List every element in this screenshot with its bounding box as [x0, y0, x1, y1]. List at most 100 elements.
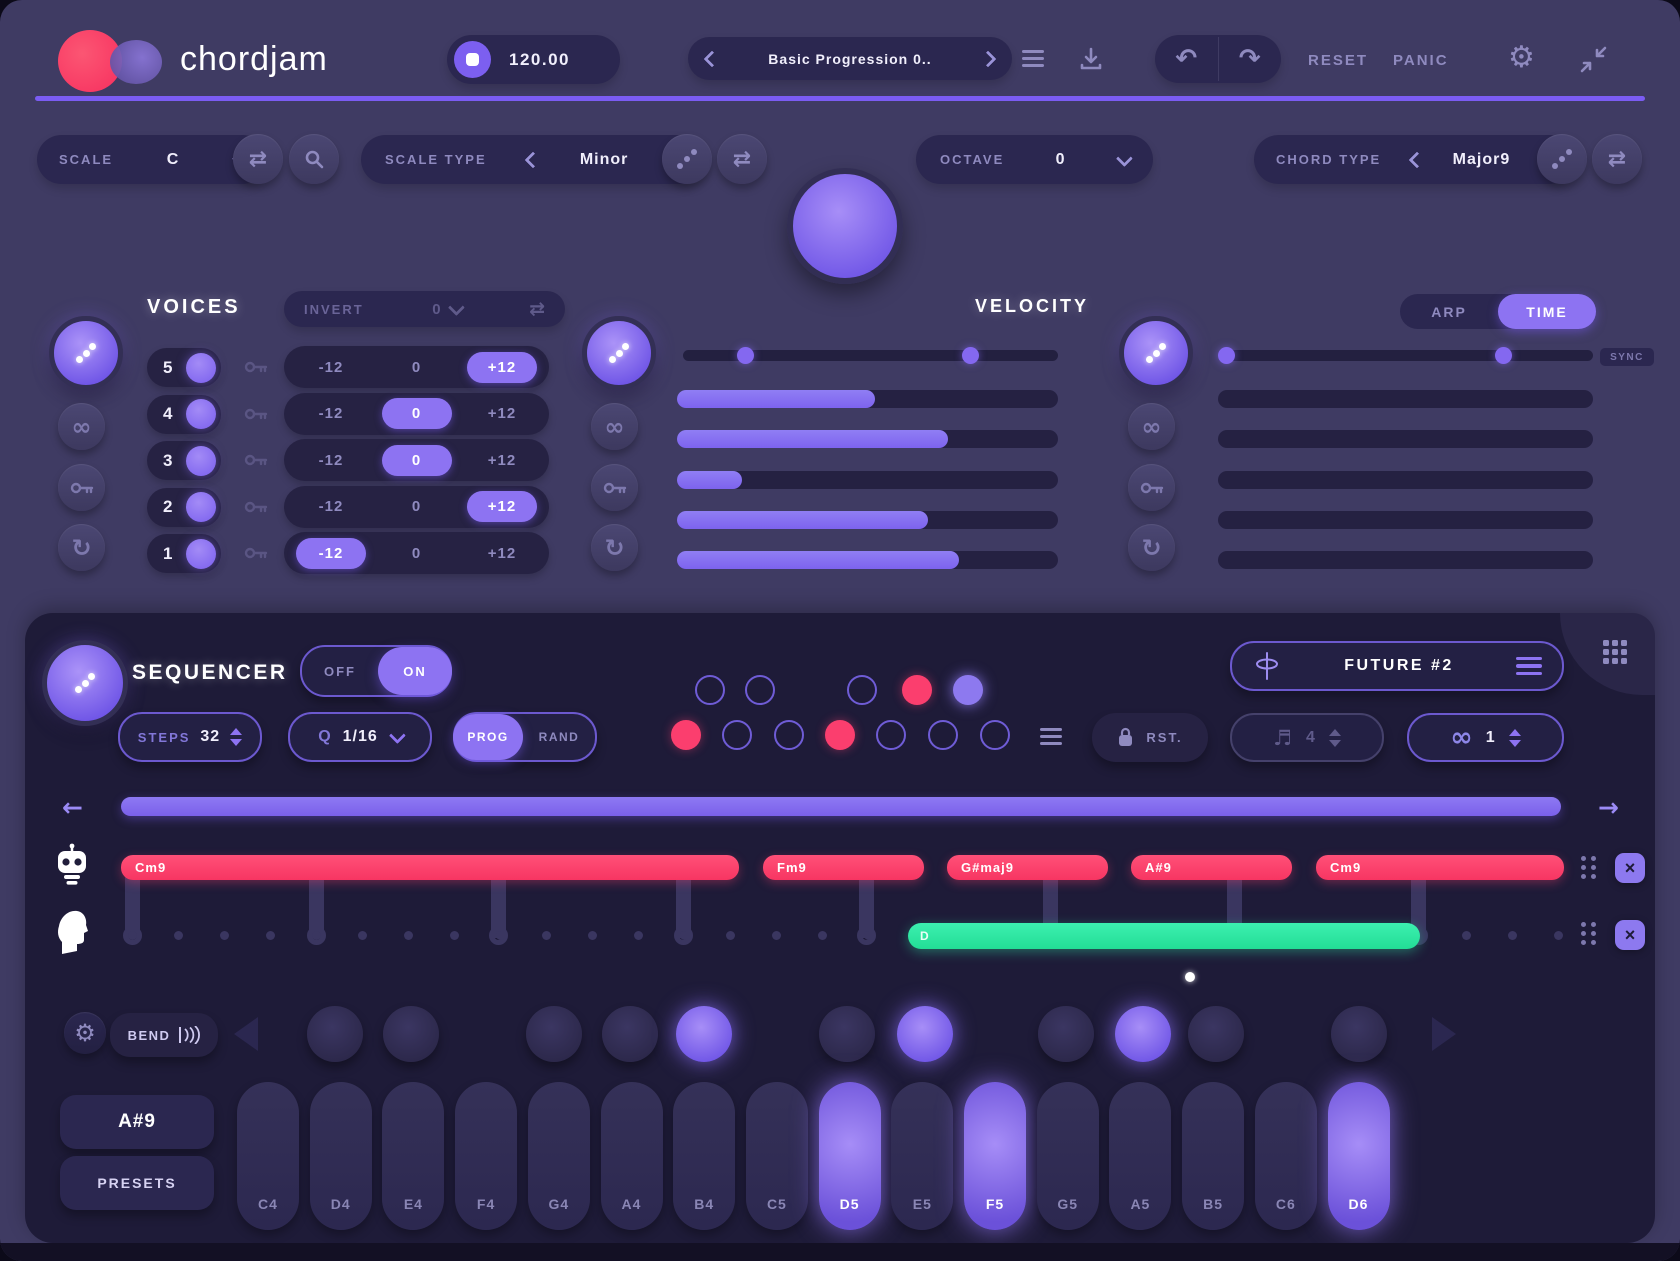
bpm-control[interactable]: 120.00	[447, 35, 620, 84]
octave-option-0[interactable]: 0	[382, 445, 452, 476]
invert-dropdown-icon[interactable]	[447, 299, 464, 316]
voice-octave-selector-3[interactable]: -120+12	[284, 439, 549, 481]
loop-count-control[interactable]: ∞ 1	[1407, 713, 1564, 762]
scale-swap-button[interactable]: ⇄	[233, 134, 283, 184]
key-D6[interactable]: D6	[1328, 1082, 1390, 1230]
note-lane-clear-button[interactable]: ×	[1615, 920, 1645, 950]
time-bar-track-4[interactable]	[1218, 511, 1593, 529]
presets-button[interactable]: PRESETS	[60, 1156, 214, 1210]
sequencer-preset-selector[interactable]: FUTURE #2	[1230, 641, 1564, 691]
velocity-bar-track-4[interactable]	[677, 511, 1058, 529]
octave-option-0[interactable]: 0	[382, 538, 452, 569]
bend-next-triangle[interactable]	[1432, 1017, 1456, 1051]
voice-key-icon[interactable]	[244, 407, 268, 421]
velocity-bar-fill-1[interactable]	[677, 390, 875, 408]
octave-option-+12[interactable]: +12	[467, 445, 537, 476]
voice-key-icon[interactable]	[244, 360, 268, 374]
velocity-bar-track-1[interactable]	[677, 390, 1058, 408]
bend-knob-9[interactable]	[1115, 1006, 1171, 1062]
bend-knob-3[interactable]	[526, 1006, 582, 1062]
chord-block-2[interactable]: Fm9	[763, 855, 924, 880]
octave-option-+12[interactable]: +12	[467, 538, 537, 569]
robot-lane-icon[interactable]	[53, 843, 91, 887]
prog-rand-toggle[interactable]: PROG RAND	[453, 712, 597, 762]
velocity-bar-fill-2[interactable]	[677, 430, 948, 448]
velocity-bar-fill-3[interactable]	[677, 471, 742, 489]
velocity-lock-key-button[interactable]	[591, 464, 638, 511]
voice-octave-selector-2[interactable]: -120+12	[284, 486, 549, 528]
prog-tab[interactable]: PROG	[453, 714, 523, 760]
octave-option-0[interactable]: 0	[382, 398, 452, 429]
preset-prev-icon[interactable]	[704, 50, 721, 67]
voice-key-icon[interactable]	[244, 453, 268, 467]
note-anchor-ring[interactable]	[857, 926, 876, 945]
undo-button[interactable]: ↶	[1155, 37, 1219, 81]
sequencer-random-knob[interactable]	[42, 640, 128, 726]
octave-option-0[interactable]: 0	[382, 352, 452, 383]
arp-tab[interactable]: ARP	[1400, 304, 1498, 320]
scale-type-selector[interactable]: SCALE TYPE Minor	[361, 135, 705, 184]
chord-lane-drag-handle[interactable]	[1581, 856, 1597, 880]
step-dot-outline[interactable]	[980, 720, 1010, 750]
preset-menu-icon[interactable]	[1516, 657, 1542, 676]
velocity-bar-track-5[interactable]	[677, 551, 1058, 569]
chord-block-1[interactable]: Cm9	[121, 855, 739, 880]
voice-enabled-dot[interactable]	[186, 492, 216, 522]
note-division-stepper[interactable]	[1329, 729, 1341, 747]
bend-settings-button[interactable]: ⚙	[64, 1012, 106, 1054]
voices-lock-key-button[interactable]	[58, 464, 105, 511]
step-tick[interactable]	[450, 931, 459, 940]
step-dot-outline[interactable]	[745, 675, 775, 705]
voice-toggle-4[interactable]: 4	[147, 395, 221, 434]
step-tick[interactable]	[772, 931, 781, 940]
quantize-dropdown-icon[interactable]	[389, 727, 406, 744]
chord-block-3[interactable]: G#maj9	[947, 855, 1108, 880]
arp-time-toggle[interactable]: ARP TIME	[1400, 294, 1596, 329]
download-icon[interactable]	[1078, 46, 1104, 72]
reset-steps-button[interactable]: RST.	[1092, 713, 1208, 762]
power-off-label[interactable]: OFF	[302, 664, 378, 679]
time-tab[interactable]: TIME	[1498, 294, 1596, 329]
key-E5[interactable]: E5	[891, 1082, 953, 1230]
step-tick[interactable]	[1462, 931, 1471, 940]
loop-count-stepper[interactable]	[1509, 729, 1521, 747]
sequencer-power-toggle[interactable]: OFF ON	[300, 645, 452, 697]
step-dot-pink[interactable]	[825, 720, 855, 750]
voices-random-knob[interactable]	[49, 316, 123, 390]
step-tick[interactable]	[1554, 931, 1563, 940]
chord-lane-clear-button[interactable]: ×	[1615, 853, 1645, 883]
time-range-handle-min[interactable]	[1218, 347, 1235, 364]
velocity-infinity-button[interactable]: ∞	[591, 403, 638, 450]
step-tick[interactable]	[542, 931, 551, 940]
step-dot-outline[interactable]	[774, 720, 804, 750]
seek-left-arrow[interactable]: ←	[62, 793, 83, 822]
bpm-value[interactable]: 120.00	[509, 50, 570, 70]
time-range-handle-max[interactable]	[1495, 347, 1512, 364]
sync-badge[interactable]: SYNC	[1600, 348, 1654, 366]
voice-toggle-3[interactable]: 3	[147, 441, 221, 480]
shrink-icon[interactable]	[1580, 46, 1607, 73]
reset-button[interactable]: RESET	[1308, 52, 1368, 69]
step-dot-outline[interactable]	[722, 720, 752, 750]
steps-stepper[interactable]	[230, 728, 242, 746]
time-bar-track-2[interactable]	[1218, 430, 1593, 448]
time-random-knob[interactable]	[1119, 316, 1193, 390]
velocity-range-handle-max[interactable]	[962, 347, 979, 364]
matrix-grid-icon[interactable]	[1603, 640, 1627, 664]
time-range-track[interactable]	[1218, 350, 1593, 361]
chord-type-selector[interactable]: CHORD TYPE Major9	[1254, 135, 1574, 184]
step-dot-outline[interactable]	[847, 675, 877, 705]
step-tick[interactable]	[358, 931, 367, 940]
voices-cycle-button[interactable]: ↻	[58, 524, 105, 571]
key-C6[interactable]: C6	[1255, 1082, 1317, 1230]
velocity-bar-track-2[interactable]	[677, 430, 1058, 448]
bend-prev-triangle[interactable]	[234, 1017, 258, 1051]
chord-block-4[interactable]: A#9	[1131, 855, 1292, 880]
key-C5[interactable]: C5	[746, 1082, 808, 1230]
invert-control[interactable]: INVERT 0 ⇄	[284, 291, 565, 327]
velocity-bar-track-3[interactable]	[677, 471, 1058, 489]
octave-option--12[interactable]: -12	[296, 398, 366, 429]
bend-knob-1[interactable]	[307, 1006, 363, 1062]
chord-block-5[interactable]: Cm9	[1316, 855, 1564, 880]
velocity-range-handle-min[interactable]	[737, 347, 754, 364]
